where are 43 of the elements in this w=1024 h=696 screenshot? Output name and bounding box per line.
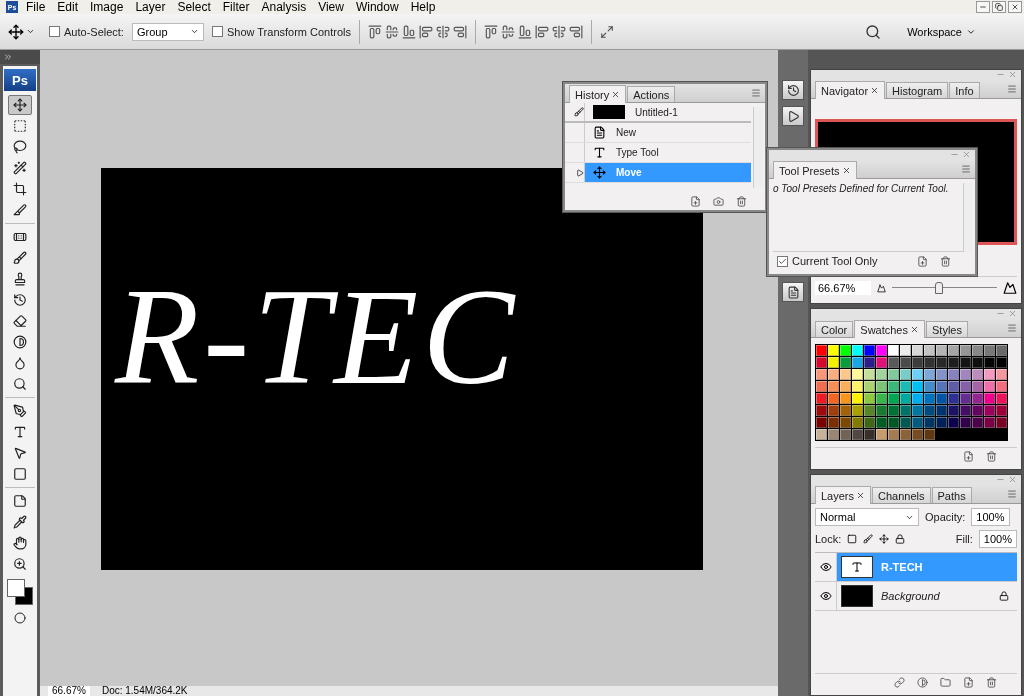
panel-tab[interactable]: Swatches bbox=[854, 320, 925, 338]
menu-item[interactable]: Layer bbox=[135, 0, 174, 14]
workspace-button[interactable]: Workspace bbox=[907, 25, 976, 38]
menu-item[interactable]: View bbox=[318, 0, 352, 14]
history-state[interactable]: Type Tool bbox=[585, 143, 751, 162]
auto-select-dropdown[interactable]: Group bbox=[131, 22, 204, 41]
menu-item[interactable]: File bbox=[26, 0, 54, 14]
app-logo[interactable]: Ps bbox=[4, 69, 36, 91]
opacity-field[interactable]: 100% bbox=[971, 508, 1010, 526]
menu-item[interactable]: Select bbox=[177, 0, 219, 14]
layer-row[interactable]: Background bbox=[837, 582, 1017, 610]
panel-tab[interactable]: Styles bbox=[926, 321, 968, 337]
lock-label: Lock: bbox=[815, 533, 842, 545]
canvas-text: R-TEC bbox=[115, 268, 519, 406]
checkbox-label: Show Transform Controls bbox=[226, 25, 352, 38]
menu-item[interactable]: Image bbox=[90, 0, 132, 14]
panel-tab[interactable]: Channels bbox=[872, 487, 931, 503]
zoom-field[interactable]: 66.67% bbox=[815, 281, 871, 295]
snapshot-row[interactable]: Untitled-1 bbox=[585, 103, 751, 121]
menu-item[interactable]: Help bbox=[410, 0, 444, 14]
checkbox-label: Current Tool Only bbox=[792, 255, 878, 267]
panel-tab[interactable]: Paths bbox=[931, 487, 972, 503]
zoom-level[interactable]: 66.67% bbox=[48, 686, 90, 696]
panel-tab[interactable]: Navigator bbox=[815, 81, 886, 99]
panel-tab[interactable]: Histogram bbox=[886, 82, 949, 98]
panel-tab[interactable]: History bbox=[569, 85, 627, 103]
menu-item[interactable]: Edit bbox=[57, 0, 87, 14]
checkbox-label: Auto-Select: bbox=[64, 25, 124, 38]
panel-tab[interactable]: Layers bbox=[815, 486, 872, 504]
panel-tab[interactable]: Info bbox=[949, 82, 980, 98]
document-info: Doc: 1.54M/364.2K bbox=[100, 686, 189, 696]
opacity-label: Opacity: bbox=[925, 511, 966, 523]
menu-item[interactable]: Filter bbox=[222, 0, 258, 14]
history-state[interactable]: New bbox=[585, 123, 751, 142]
menu-item[interactable]: Analysis bbox=[261, 0, 315, 14]
panel-tab[interactable]: Color bbox=[815, 321, 854, 337]
fill-label: Fill: bbox=[955, 533, 973, 545]
panel-tab[interactable]: Tool Presets bbox=[773, 161, 857, 179]
blend-mode-dropdown[interactable]: Normal bbox=[815, 508, 919, 526]
menu-item[interactable]: Window bbox=[355, 0, 407, 14]
panel-tab[interactable]: Actions bbox=[627, 86, 676, 102]
empty-message: o Tool Presets Defined for Current Tool. bbox=[773, 183, 950, 194]
fill-field[interactable]: 100% bbox=[978, 530, 1017, 548]
